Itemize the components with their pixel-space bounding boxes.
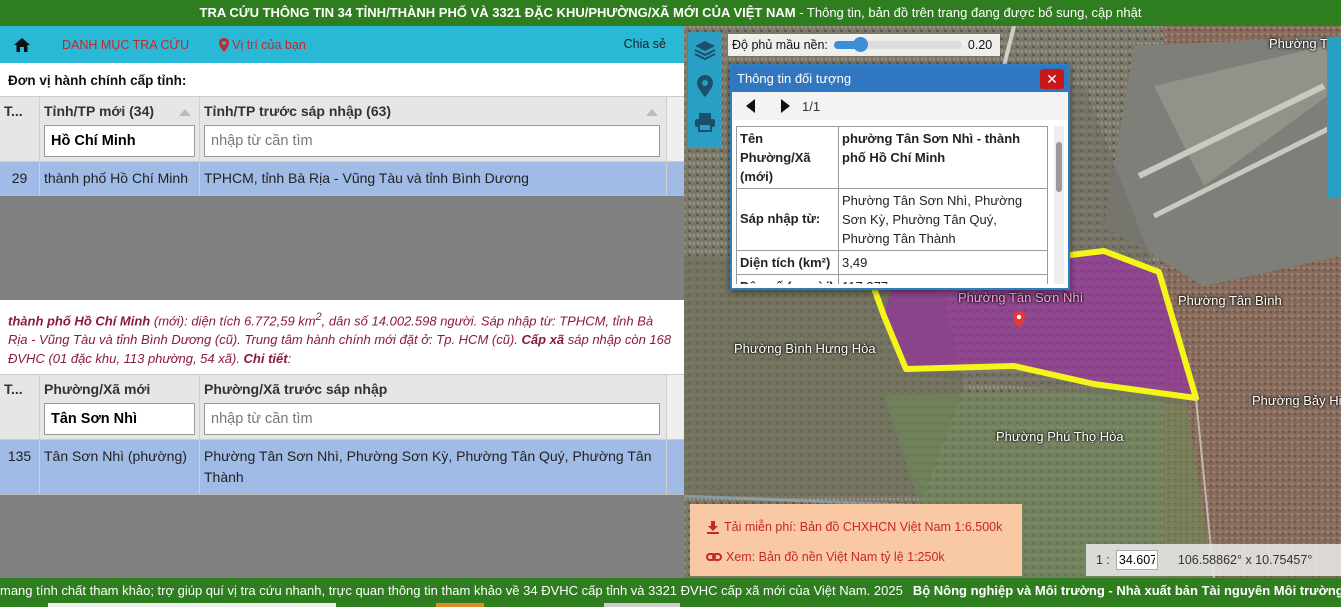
map-label-phu-tho-hoa: Phường Phú Thọ Hòa: [996, 429, 1124, 444]
view-map-link[interactable]: Xem: Bản đồ nền Việt Nam tỷ lệ 1:250k: [706, 542, 1022, 572]
province-section-title: Đơn vị hành chính cấp tỉnh:: [8, 73, 187, 88]
row-index: 29: [0, 162, 40, 195]
link-icon: [706, 553, 722, 561]
scale-prefix: 1 :: [1096, 553, 1110, 567]
next-icon[interactable]: [780, 98, 792, 114]
grid-scrollbar[interactable]: [667, 375, 684, 439]
feature-info-popup: Thông tin đối tượng ✕ 1/1 Tên Phường/Xã …: [730, 64, 1070, 290]
footer-marquee: mang tính chất tham khảo; trợ giúp quí v…: [0, 583, 1341, 598]
catalog-menu[interactable]: DANH MỤC TRA CỨU: [62, 38, 189, 52]
attribute-row: Diện tích (km²) 3,49: [736, 250, 1048, 275]
attribute-row: Dân số (người)117.277: [736, 274, 1048, 284]
popup-close-button[interactable]: ✕: [1040, 69, 1064, 89]
sort-up-icon[interactable]: [179, 109, 191, 116]
popup-header: Thông tin đối tượng ✕: [732, 66, 1068, 92]
print-button[interactable]: [688, 104, 722, 140]
column-header-old-province[interactable]: Tỉnh/TP trước sáp nhập (63): [200, 97, 667, 161]
home-icon: [14, 37, 30, 52]
province-grid: T... Tỉnh/TP mới (34) Tỉnh/TP trước sáp …: [0, 96, 684, 300]
home-button[interactable]: [0, 26, 44, 63]
left-panel: DANH MỤC TRA CỨU Vị trí của bạn Chia sẻ …: [0, 26, 684, 578]
map-view[interactable]: Độ phủ mầu nền: 0.20 Phường T Phường Tân…: [684, 26, 1341, 578]
row-old-province: TPHCM, tỉnh Bà Rịa - Vũng Tàu và tỉnh Bì…: [200, 162, 667, 195]
download-link[interactable]: Tải miễn phí: Bản đồ CHXHCN Việt Nam 1:6…: [706, 512, 1022, 542]
print-icon: [695, 113, 715, 132]
detail-link[interactable]: Chi tiết: [244, 351, 288, 366]
grid-empty-area: [0, 196, 684, 300]
map-pin-icon: [697, 75, 713, 97]
new-province-filter-input[interactable]: [44, 125, 195, 157]
summary-level: Cấp xã: [521, 332, 565, 348]
opacity-label: Độ phủ mầu nền:: [732, 38, 828, 52]
row-old-ward: Phường Tân Sơn Nhì, Phường Sơn Kỳ, Phườn…: [200, 440, 667, 494]
opacity-control: Độ phủ mầu nền: 0.20: [728, 34, 1000, 56]
ward-grid-header: T... Phường/Xã mới Phường/Xã trước sáp n…: [0, 375, 684, 440]
table-row[interactable]: 29 thành phố Hồ Chí Minh TPHCM, tỉnh Bà …: [0, 162, 684, 196]
catalog-label: DANH MỤC TRA CỨU: [62, 37, 190, 52]
footer-ticker: mang tính chất tham khảo; trợ giúp quí v…: [0, 578, 1341, 607]
map-label-tan-binh: Phường Tân Bình: [1178, 293, 1282, 308]
column-header-new-ward[interactable]: Phường/Xã mới: [40, 375, 200, 439]
attribute-row: Tên Phường/Xã (mới) phường Tân Sơn Nhì - …: [736, 126, 1048, 189]
download-icon: [707, 521, 719, 534]
my-location-link[interactable]: Vị trí của bạn: [219, 37, 306, 52]
top-banner: TRA CỨU THÔNG TIN 34 TỈNH/THÀNH PHỐ VÀ 3…: [0, 0, 1341, 26]
table-row[interactable]: 135 Tân Sơn Nhì (phường) Phường Tân Sơn …: [0, 440, 684, 495]
slider-handle[interactable]: [852, 37, 868, 52]
map-label-tan-son-nhi: Phường Tân Sơn Nhì: [958, 290, 1084, 305]
new-ward-filter-input[interactable]: [44, 403, 195, 435]
map-label-bay-hien: Phường Bảy Hiề: [1252, 393, 1341, 408]
province-summary: thành phố Hồ Chí Minh (mới): diện tích 6…: [8, 311, 672, 367]
scale-bar: 1 : 106.58862° x 10.75457°: [1086, 544, 1341, 576]
attribute-row: Sáp nhập từ: Phường Tân Sơn Nhì, Phường S…: [736, 188, 1048, 251]
layers-icon: [694, 41, 716, 60]
ward-grid: T... Phường/Xã mới Phường/Xã trước sáp n…: [0, 374, 684, 578]
map-toolbar: [688, 32, 722, 148]
popup-scrollbar[interactable]: [1054, 126, 1064, 284]
navbar: DANH MỤC TRA CỨU Vị trí của bạn Chia sẻ: [0, 26, 684, 63]
grid-scrollbar[interactable]: [667, 97, 684, 161]
opacity-value: 0.20: [967, 38, 993, 52]
map-label-top-right: Phường T: [1269, 36, 1328, 51]
popup-title: Thông tin đối tượng: [737, 71, 852, 86]
old-province-filter-input[interactable]: [204, 125, 660, 157]
column-header-new-province[interactable]: Tỉnh/TP mới (34): [40, 97, 200, 161]
row-new-ward: Tân Sơn Nhì (phường): [40, 440, 200, 494]
row-new-province: thành phố Hồ Chí Minh: [40, 162, 200, 195]
map-marker-icon: [219, 37, 230, 52]
share-button[interactable]: Chia sẻ: [624, 37, 666, 51]
banner-subtitle: - Thông tin, bản đồ trên trang đang được…: [795, 5, 1142, 20]
download-panel: Tải miễn phí: Bản đồ CHXHCN Việt Nam 1:6…: [690, 504, 1022, 576]
column-header-index[interactable]: T...: [0, 97, 40, 161]
old-ward-filter-input[interactable]: [204, 403, 660, 435]
summary-city: thành phố Hồ Chí Minh: [8, 313, 151, 329]
sort-up-icon[interactable]: [646, 109, 658, 116]
locate-button[interactable]: [688, 68, 722, 104]
map-label-binh-hung-hoa: Phường Bình Hưng Hòa: [734, 341, 876, 356]
previous-icon[interactable]: [744, 98, 756, 114]
banner-title: TRA CỨU THÔNG TIN 34 TỈNH/THÀNH PHỐ VÀ 3…: [199, 5, 796, 20]
coordinate-readout: 106.58862° x 10.75457°: [1177, 553, 1313, 567]
popup-pager: 1/1: [732, 92, 1068, 120]
my-location-label: Vị trí của bạn: [232, 37, 306, 52]
row-index: 135: [0, 440, 40, 494]
opacity-slider[interactable]: [833, 37, 962, 52]
map-zoom-controls[interactable]: [1327, 38, 1341, 198]
province-grid-header: T... Tỉnh/TP mới (34) Tỉnh/TP trước sáp …: [0, 97, 684, 162]
footer-organization: Bộ Nông nghiệp và Môi trường - Nhà xuất …: [912, 583, 1341, 598]
popup-body: Tên Phường/Xã (mới) phường Tân Sơn Nhì - …: [736, 126, 1048, 284]
column-header-index[interactable]: T...: [0, 375, 40, 439]
feature-attributes-table: Tên Phường/Xã (mới) phường Tân Sơn Nhì - …: [736, 126, 1048, 284]
grid-empty-area: [0, 495, 684, 578]
layers-button[interactable]: [688, 32, 722, 68]
scale-input[interactable]: [1115, 550, 1158, 570]
popup-page-indicator: 1/1: [802, 98, 821, 114]
column-header-old-ward[interactable]: Phường/Xã trước sáp nhập: [200, 375, 667, 439]
